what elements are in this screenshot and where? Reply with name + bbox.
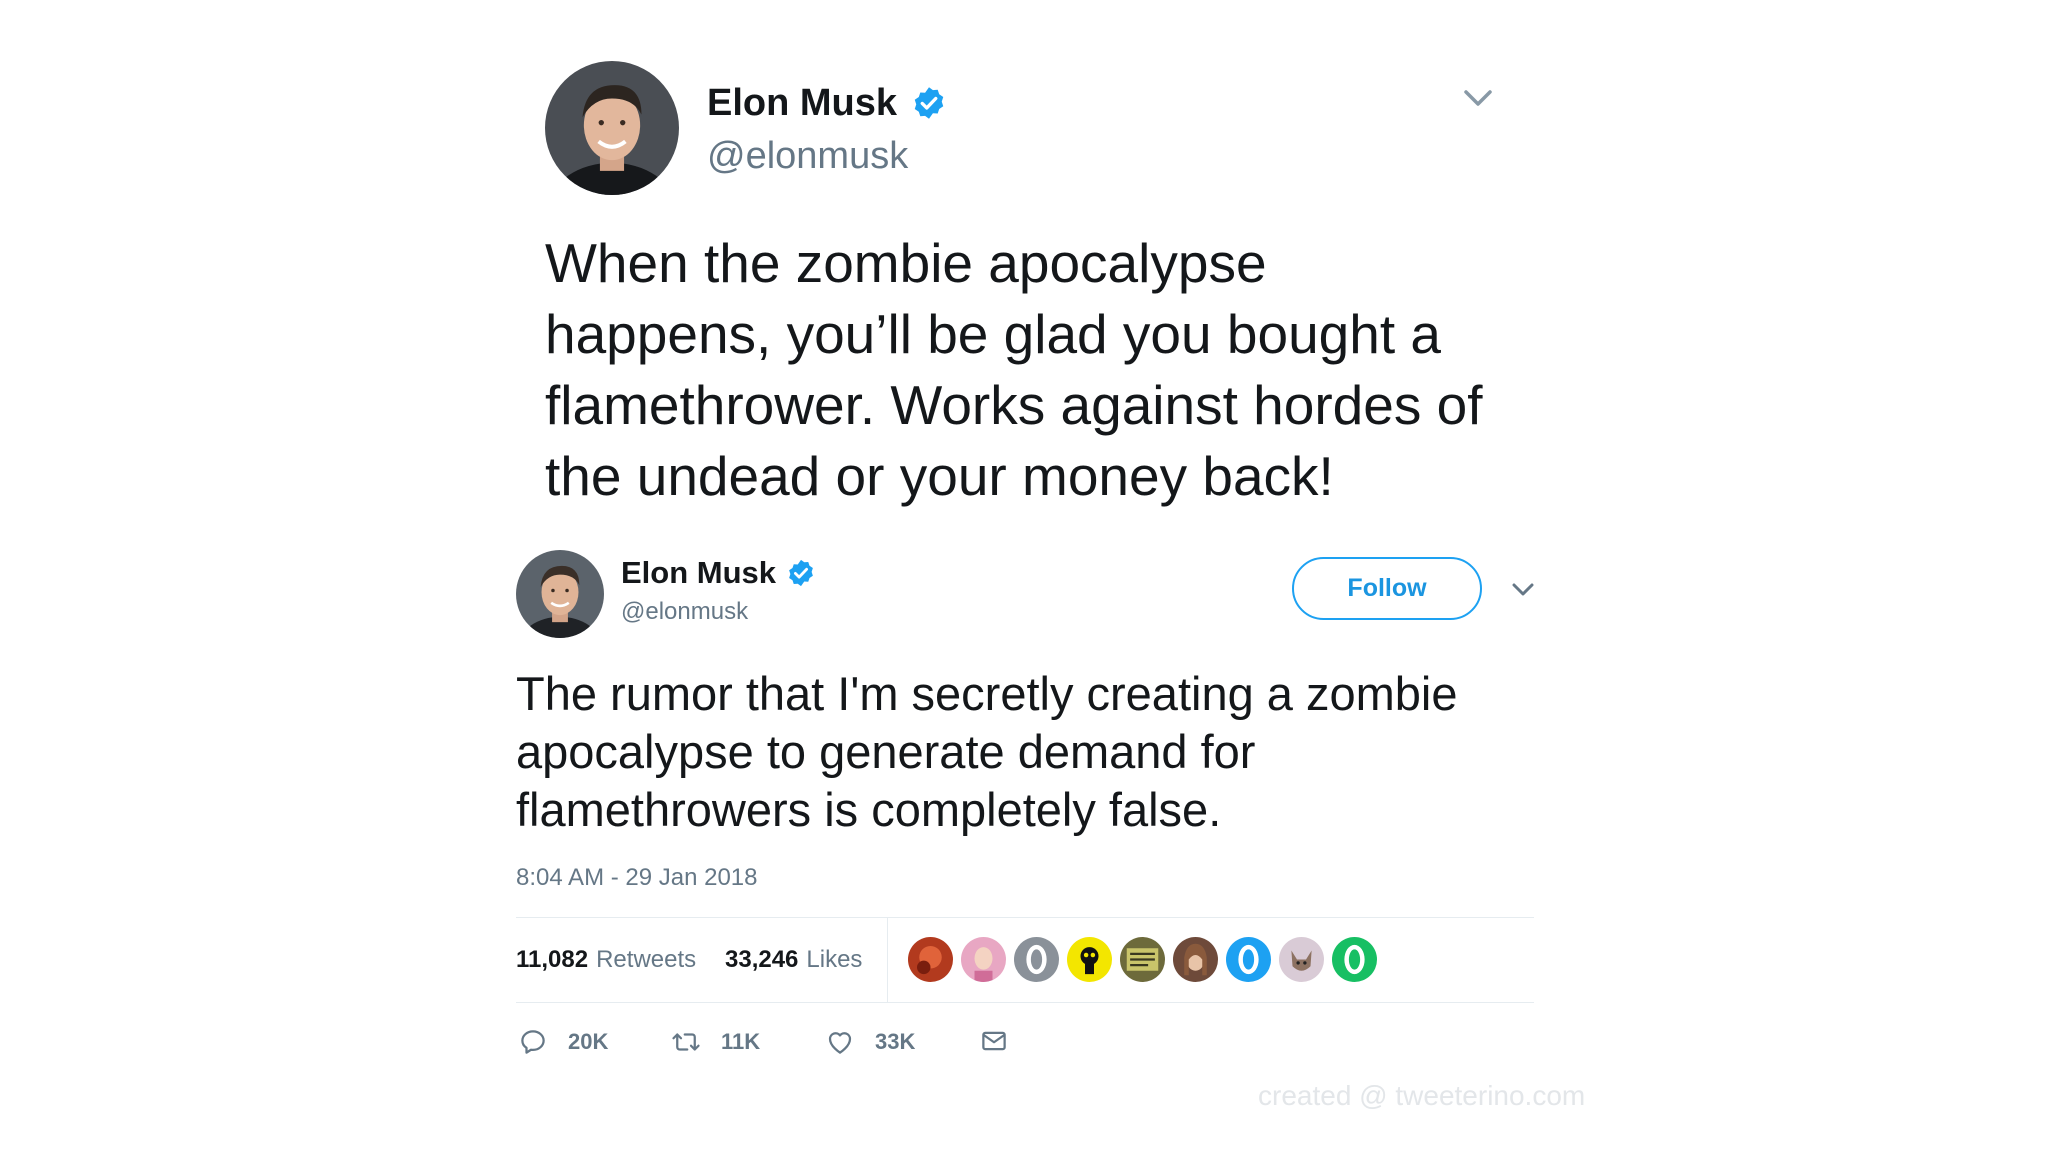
retweet-count: 11K	[721, 1029, 761, 1054]
main-tweet-handle[interactable]: @elonmusk	[707, 132, 908, 180]
embedded-tweet-avatar[interactable]	[516, 550, 604, 638]
stats-top-divider	[516, 917, 1534, 918]
liker-avatar[interactable]	[961, 937, 1006, 982]
main-tweet-author-name[interactable]: Elon Musk	[707, 78, 897, 128]
envelope-icon	[982, 1031, 1006, 1051]
likes-label: Likes	[806, 946, 863, 973]
watermark: created @ tweeterino.com	[1258, 1080, 1586, 1111]
liker-avatar[interactable]	[1067, 937, 1112, 982]
retweets-count: 11,082	[516, 946, 589, 973]
heart-icon	[828, 1032, 852, 1054]
likes-count: 33,246	[725, 946, 799, 973]
direct-message-action[interactable]	[979, 1026, 1009, 1056]
verified-badge-icon	[789, 559, 813, 587]
reply-icon	[521, 1030, 545, 1054]
embedded-tweet-author-name[interactable]: Elon Musk	[621, 553, 776, 593]
liker-avatars	[908, 937, 1377, 982]
liker-avatar[interactable]	[1226, 937, 1271, 982]
likes-stat[interactable]: 33,246 Likes	[725, 944, 862, 976]
stats-bottom-divider	[516, 1002, 1534, 1003]
stats-vertical-divider	[887, 918, 888, 1002]
liker-avatar[interactable]	[908, 937, 953, 982]
reply-count: 20K	[568, 1029, 609, 1054]
retweet-action[interactable]: 11K	[671, 1026, 760, 1058]
verified-badge-icon	[914, 87, 944, 119]
liker-avatar[interactable]	[1279, 937, 1324, 982]
retweet-icon	[672, 1033, 700, 1051]
chevron-down-icon[interactable]	[1510, 580, 1536, 600]
tweet-timestamp[interactable]: 8:04 AM - 29 Jan 2018	[516, 862, 758, 894]
retweets-stat[interactable]: 11,082 Retweets	[516, 944, 696, 976]
liker-avatar[interactable]	[1173, 937, 1218, 982]
embedded-tweet-handle[interactable]: @elonmusk	[621, 596, 748, 628]
liker-avatar[interactable]	[1120, 937, 1165, 982]
main-tweet-text: When the zombie apocalypse happens, you’…	[545, 232, 1483, 507]
main-tweet-avatar[interactable]	[545, 61, 679, 195]
retweets-label: Retweets	[596, 946, 697, 973]
embedded-tweet-author[interactable]: Elon Musk	[621, 553, 816, 593]
like-count: 33K	[875, 1029, 916, 1054]
follow-button[interactable]: Follow	[1292, 557, 1482, 620]
main-tweet-author[interactable]: Elon Musk	[707, 78, 947, 128]
chevron-down-icon[interactable]	[1462, 86, 1494, 112]
reply-action[interactable]: 20K	[518, 1026, 608, 1058]
like-action[interactable]: 33K	[825, 1026, 915, 1058]
embedded-tweet-text: The rumor that I'm secretly creating a z…	[516, 667, 1458, 836]
liker-avatar[interactable]	[1014, 937, 1059, 982]
liker-avatar[interactable]	[1332, 937, 1377, 982]
